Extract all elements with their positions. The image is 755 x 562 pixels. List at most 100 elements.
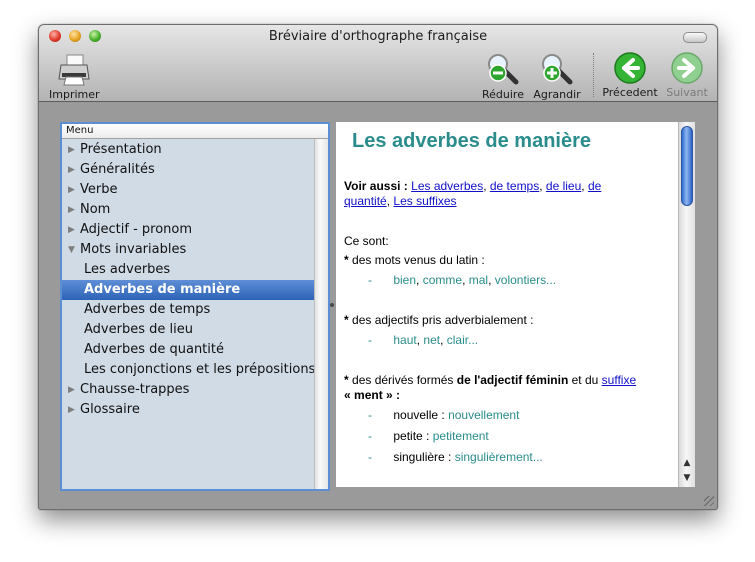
scroll-up-arrow-icon[interactable]: ▲ xyxy=(681,456,693,470)
sidebar: Menu ▶ Présentation ▶ Généralités ▶ Verbe ▶… xyxy=(60,122,330,491)
sidebar-item-label: Adverbes de manière xyxy=(84,282,241,297)
comma: , xyxy=(488,273,492,287)
comma: , xyxy=(462,273,466,287)
enlarge-button[interactable]: Agrandir xyxy=(531,51,583,101)
dash: - xyxy=(368,333,372,347)
link-de-quantite-part1[interactable]: de xyxy=(588,179,601,193)
disclosure-triangle-icon[interactable]: ▶ xyxy=(68,140,80,160)
forward-arrow-icon xyxy=(671,52,703,84)
separator: , xyxy=(386,194,391,208)
sidebar-item-adverbes-de-quantite[interactable]: Adverbes de quantité xyxy=(62,340,328,360)
section-2-text: des adjectifs pris adverbialement : xyxy=(352,313,534,327)
disclosure-triangle-icon[interactable]: ▶ xyxy=(68,180,80,200)
section-1-text: des mots venus du latin : xyxy=(352,253,485,267)
sidebar-item-les-adverbes[interactable]: Les adverbes xyxy=(62,260,328,280)
sidebar-item-mots-invariables[interactable]: ▼ Mots invariables xyxy=(62,240,320,260)
menu-header: Menu xyxy=(62,124,328,139)
section-3-row: - petite : petitement xyxy=(368,429,489,443)
sidebar-item-verbe[interactable]: ▶ Verbe xyxy=(62,180,320,200)
adverb: nouvellement xyxy=(448,408,520,422)
section-2-heading: * des adjectifs pris adverbialement : xyxy=(344,313,533,327)
link-de-lieu[interactable]: de lieu xyxy=(546,179,581,193)
sidebar-item-adjectif-pronom[interactable]: ▶ Adjectif - pronom xyxy=(62,220,320,240)
sidebar-item-adverbes-de-lieu[interactable]: Adverbes de lieu xyxy=(62,320,328,340)
section-1-examples: - bien, comme, mal, volontiers... xyxy=(368,273,556,287)
bullet: * xyxy=(344,373,349,387)
previous-button[interactable]: Précedent xyxy=(601,51,659,99)
sidebar-item-presentation[interactable]: ▶ Présentation xyxy=(62,140,320,160)
see-also-line-2: quantité, Les suffixes xyxy=(344,194,457,208)
content-pane: Les adverbes de manière Voir aussi : Les… xyxy=(336,122,694,487)
scroll-thumb[interactable] xyxy=(681,126,693,206)
back-arrow-icon xyxy=(614,52,646,84)
example-word: clair... xyxy=(446,333,479,347)
toolbar-toggle-button[interactable] xyxy=(683,32,707,43)
disclosure-triangle-icon[interactable]: ▶ xyxy=(68,160,80,180)
print-button[interactable]: Imprimer xyxy=(49,51,100,101)
disclosure-triangle-icon[interactable]: ▶ xyxy=(68,380,80,400)
toolbar: Bréviaire d'orthographe française Imprim… xyxy=(39,25,717,102)
separator: , xyxy=(581,179,585,193)
next-label: Suivant xyxy=(666,86,708,99)
sidebar-item-label: Les adverbes xyxy=(84,262,171,277)
disclosure-triangle-icon[interactable]: ▶ xyxy=(68,220,80,240)
print-label: Imprimer xyxy=(49,88,100,101)
sidebar-item-label: Adjectif - pronom xyxy=(80,222,193,237)
next-button[interactable]: Suivant xyxy=(661,51,713,99)
example-word: comme xyxy=(422,273,463,287)
sidebar-scrollbar[interactable] xyxy=(314,139,328,489)
enlarge-label: Agrandir xyxy=(533,88,581,101)
reduce-label: Réduire xyxy=(482,88,524,101)
quote-close: » : xyxy=(386,388,401,402)
app-window: Bréviaire d'orthographe française Imprim… xyxy=(38,24,718,510)
zoom-in-icon xyxy=(542,54,573,85)
link-de-quantite-part2[interactable]: quantité xyxy=(344,194,387,208)
link-les-suffixes[interactable]: Les suffixes xyxy=(393,194,456,208)
disclosure-triangle-icon[interactable]: ▼ xyxy=(68,240,80,260)
sidebar-item-label: Adverbes de temps xyxy=(84,302,211,317)
link-suffixe[interactable]: suffixe xyxy=(602,373,636,387)
disclosure-triangle-icon[interactable]: ▶ xyxy=(68,200,80,220)
sidebar-item-chausse-trappes[interactable]: ▶ Chausse-trappes xyxy=(62,380,320,400)
printer-icon xyxy=(58,54,90,86)
intro-text: Ce sont: xyxy=(344,234,389,248)
sidebar-item-label: Glossaire xyxy=(80,402,140,417)
sidebar-item-glossaire[interactable]: ▶ Glossaire xyxy=(62,400,320,420)
separator: , xyxy=(483,179,487,193)
section-3-heading: * des dérivés formés de l'adjectif fémin… xyxy=(344,373,636,387)
page-title: Les adverbes de manière xyxy=(352,130,592,152)
sidebar-item-label: Présentation xyxy=(80,142,162,157)
sidebar-item-label: Adverbes de lieu xyxy=(84,322,193,337)
section-3-row: - singulière : singulièrement... xyxy=(368,450,543,464)
reduce-button[interactable]: Réduire xyxy=(479,51,527,101)
disclosure-triangle-icon[interactable]: ▶ xyxy=(68,400,80,420)
sidebar-item-label: Généralités xyxy=(80,162,155,177)
sidebar-item-label: Nom xyxy=(80,202,111,217)
sidebar-item-conjonctions[interactable]: Les conjonctions et les prépositions xyxy=(62,360,328,380)
see-also-label: Voir aussi : xyxy=(344,179,408,193)
scroll-down-arrow-icon[interactable]: ▼ xyxy=(681,471,693,485)
sidebar-item-adverbes-de-maniere[interactable]: Adverbes de manière xyxy=(62,280,320,300)
zoom-out-icon xyxy=(488,54,519,85)
link-les-adverbes[interactable]: Les adverbes xyxy=(411,179,483,193)
example-word: haut xyxy=(393,333,417,347)
window-title: Bréviaire d'orthographe française xyxy=(268,29,488,44)
separator: , xyxy=(539,179,543,193)
sidebar-item-nom[interactable]: ▶ Nom xyxy=(62,200,320,220)
sidebar-item-label: Adverbes de quantité xyxy=(84,342,224,357)
comma: , xyxy=(416,273,420,287)
see-also-line-1: Voir aussi : Les adverbes, de temps, de … xyxy=(344,179,601,193)
link-de-temps[interactable]: de temps xyxy=(490,179,539,193)
content-scrollbar[interactable]: ▲ ▼ xyxy=(678,122,695,487)
dash: - xyxy=(368,429,372,443)
resize-grip-icon[interactable] xyxy=(704,496,714,506)
adverb: singulièrement... xyxy=(454,450,543,464)
toolbar-separator xyxy=(593,53,594,97)
bullet: * xyxy=(344,313,349,327)
previous-label: Précedent xyxy=(602,86,658,99)
adjective: singulière : xyxy=(393,450,452,464)
sidebar-item-generalites[interactable]: ▶ Généralités xyxy=(62,160,320,180)
split-view-handle[interactable] xyxy=(330,303,334,307)
adverb: petitement xyxy=(432,429,489,443)
sidebar-item-adverbes-de-temps[interactable]: Adverbes de temps xyxy=(62,300,328,320)
